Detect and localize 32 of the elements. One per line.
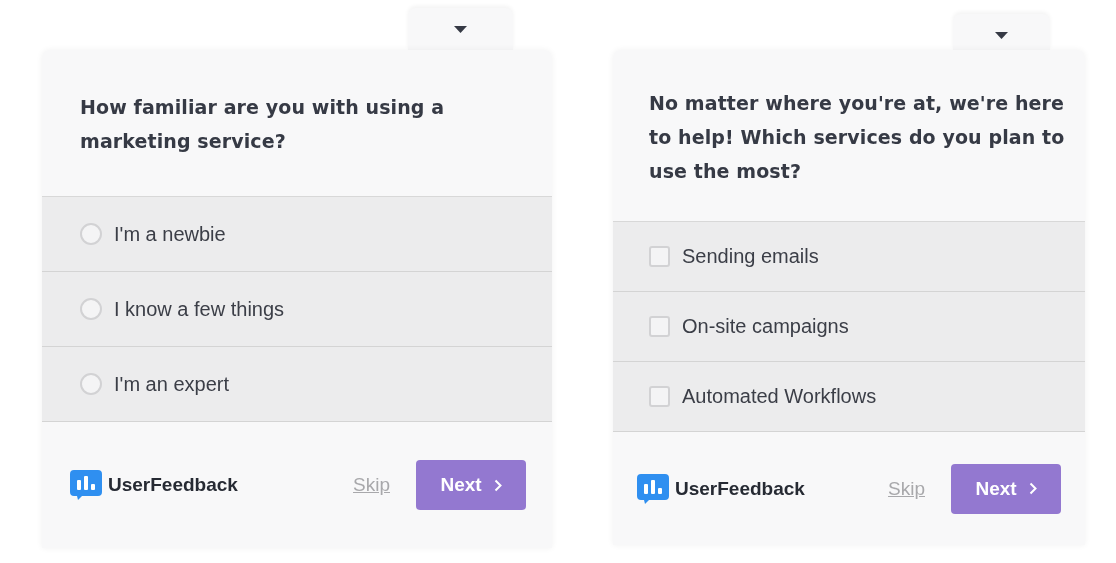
checkbox[interactable] xyxy=(649,246,670,267)
answer-option[interactable]: On-site campaigns xyxy=(613,292,1085,362)
brand-name: UserFeedback xyxy=(108,474,238,496)
answer-option[interactable]: I'm a newbie xyxy=(42,197,552,272)
checkbox[interactable] xyxy=(649,316,670,337)
answer-option[interactable]: I'm an expert xyxy=(42,347,552,422)
radio-button[interactable] xyxy=(80,373,102,395)
option-label: I'm a newbie xyxy=(114,222,226,246)
collapse-tab[interactable] xyxy=(408,8,513,50)
caret-icon xyxy=(454,26,467,34)
option-label: On-site campaigns xyxy=(682,315,849,338)
radio-button[interactable] xyxy=(80,298,102,320)
brand-name: UserFeedback xyxy=(675,477,805,500)
option-label: Sending emails xyxy=(682,245,819,268)
option-label: I'm an expert xyxy=(114,372,229,396)
chevron-icon xyxy=(1028,482,1037,495)
next-button[interactable]: Next xyxy=(951,463,1061,514)
checkbox[interactable] xyxy=(649,386,670,407)
chevron-icon xyxy=(493,478,502,492)
caret-icon xyxy=(995,32,1008,40)
option-label: Automated Workflows xyxy=(682,385,877,408)
option-label: I know a few things xyxy=(114,297,285,321)
collapse-tab[interactable] xyxy=(953,14,1050,50)
logo-icon xyxy=(70,470,102,500)
survey-question: No matter where you're at, we're here to help! Which services do you plan to use the most? xyxy=(649,91,1065,184)
answer-option[interactable]: Sending emails xyxy=(613,222,1085,292)
answer-option[interactable]: I know a few things xyxy=(42,272,552,347)
survey-question: How familiar are you with using a marketing service? xyxy=(80,95,446,154)
radio-button[interactable] xyxy=(80,223,102,245)
next-button[interactable]: Next xyxy=(416,460,526,510)
logo-icon xyxy=(637,473,669,504)
answer-option[interactable]: Automated Workflows xyxy=(613,362,1085,432)
